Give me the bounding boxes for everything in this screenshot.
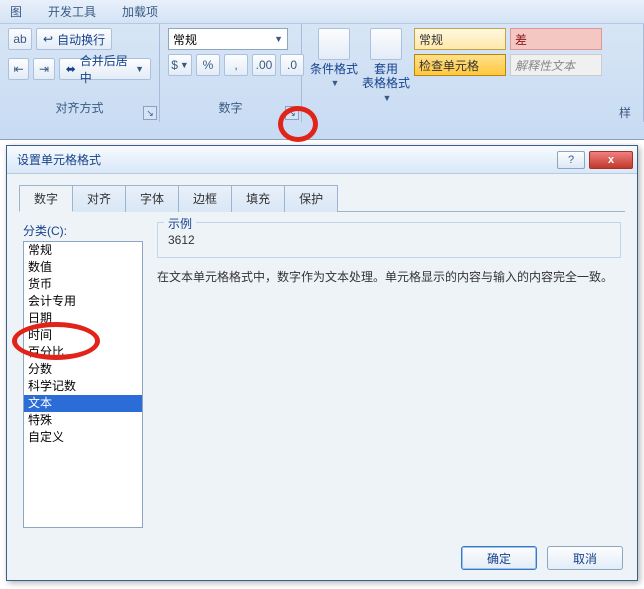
detail-column: 示例 3612 在文本单元格格式中，数字作为文本处理。单元格显示的内容与输入的内… — [157, 222, 621, 528]
close-button[interactable]: x — [589, 151, 633, 169]
chevron-down-icon: ▼ — [274, 34, 283, 44]
wrap-text-label: 自动换行 — [57, 31, 105, 48]
format-as-table-label: 套用 表格格式 — [362, 62, 410, 91]
help-button[interactable]: ? — [557, 151, 585, 169]
annotation-circle-launcher — [278, 106, 318, 142]
decrease-decimal-icon[interactable]: .0 — [280, 54, 304, 76]
cell-style-normal[interactable]: 常规 — [414, 28, 506, 50]
tab-view[interactable]: 图 — [4, 3, 28, 20]
table-format-icon — [370, 28, 402, 60]
conditional-format-button[interactable]: 条件格式 ▼ — [310, 28, 358, 89]
chevron-down-icon: ▼ — [383, 93, 392, 104]
format-as-table-button[interactable]: 套用 表格格式 ▼ — [362, 28, 410, 104]
dialog-tabs: 数字 对齐 字体 边框 填充 保护 — [19, 184, 625, 212]
category-item[interactable]: 数值 — [24, 259, 142, 276]
category-column: 分类(C): 常规数值货币会计专用日期时间百分比分数科学记数文本特殊自定义 — [23, 222, 143, 528]
alignment-launcher-icon[interactable]: ↘ — [143, 106, 157, 120]
tab-protection[interactable]: 保护 — [284, 185, 338, 212]
category-item[interactable]: 会计专用 — [24, 293, 142, 310]
ok-button[interactable]: 确定 — [461, 546, 537, 570]
tab-fill[interactable]: 填充 — [231, 185, 285, 212]
number-format-value: 常规 — [173, 31, 197, 48]
sample-fieldset: 示例 3612 — [157, 222, 621, 258]
merge-icon: ⬌ — [66, 62, 76, 76]
tab-alignment[interactable]: 对齐 — [72, 185, 126, 212]
group-label-alignment: 对齐方式 — [8, 99, 151, 118]
dialog-title: 设置单元格格式 — [11, 151, 101, 168]
cell-style-bad[interactable]: 差 — [510, 28, 602, 50]
format-description: 在文本单元格格式中，数字作为文本处理。单元格显示的内容与输入的内容完全一致。 — [157, 268, 621, 286]
tab-panel-number: 分类(C): 常规数值货币会计专用日期时间百分比分数科学记数文本特殊自定义 示例… — [19, 212, 625, 532]
tab-addins[interactable]: 加载项 — [116, 3, 164, 20]
percent-icon[interactable]: % — [196, 54, 220, 76]
conditional-format-icon — [318, 28, 350, 60]
category-item[interactable]: 常规 — [24, 242, 142, 259]
group-label-styles: 样 — [310, 104, 635, 123]
cell-style-explain[interactable]: 解释性文本 — [510, 54, 602, 76]
dialog-buttons: 确定 取消 — [461, 546, 623, 570]
chevron-down-icon: ▼ — [135, 64, 144, 74]
cancel-button[interactable]: 取消 — [547, 546, 623, 570]
comma-icon[interactable]: , — [224, 54, 248, 76]
category-item[interactable]: 文本 — [24, 395, 142, 412]
cell-style-check[interactable]: 检查单元格 — [414, 54, 506, 76]
tab-border[interactable]: 边框 — [178, 185, 232, 212]
tab-developer[interactable]: 开发工具 — [42, 3, 102, 20]
sample-legend: 示例 — [164, 215, 196, 232]
sample-value: 3612 — [166, 229, 612, 251]
category-item[interactable]: 货币 — [24, 276, 142, 293]
chevron-down-icon: ▼ — [331, 78, 340, 89]
category-item[interactable]: 科学记数 — [24, 378, 142, 395]
group-alignment: ab ↩ 自动换行 ⇤ ⇥ ⬌ 合并后居中 ▼ 对齐方式 ↘ — [0, 24, 160, 122]
ribbon-body: ab ↩ 自动换行 ⇤ ⇥ ⬌ 合并后居中 ▼ 对齐方式 ↘ — [0, 24, 644, 122]
group-label-number: 数字 — [168, 99, 293, 118]
category-item[interactable]: 特殊 — [24, 412, 142, 429]
increase-decimal-icon[interactable]: .00 — [252, 54, 276, 76]
category-item[interactable]: 分数 — [24, 361, 142, 378]
format-cells-dialog: 设置单元格格式 ? x 数字 对齐 字体 边框 填充 保护 分类(C): 常规数… — [6, 145, 638, 581]
category-label: 分类(C): — [23, 222, 143, 239]
orientation-icon[interactable]: ab — [8, 28, 32, 50]
wrap-icon: ↩ — [43, 32, 53, 46]
group-number: 常规 ▼ $▼ % , .00 .0 数字 ↘ — [160, 24, 302, 122]
ribbon-tabs: 图 开发工具 加载项 — [0, 0, 644, 24]
conditional-format-label: 条件格式 — [310, 62, 358, 76]
dialog-titlebar: 设置单元格格式 ? x — [7, 146, 637, 174]
group-styles: 条件格式 ▼ 套用 表格格式 ▼ 常规 检查单元格 差 解释性文本 样 — [302, 24, 644, 122]
annotation-circle-text-category — [12, 322, 100, 360]
indent-increase-icon[interactable]: ⇥ — [33, 58, 54, 80]
indent-decrease-icon[interactable]: ⇤ — [8, 58, 29, 80]
wrap-text-button[interactable]: ↩ 自动换行 — [36, 28, 112, 50]
ribbon: 图 开发工具 加载项 ab ↩ 自动换行 ⇤ ⇥ ⬌ 合并后居中 — [0, 0, 644, 140]
dialog-body: 数字 对齐 字体 边框 填充 保护 分类(C): 常规数值货币会计专用日期时间百… — [7, 174, 637, 542]
number-format-combo[interactable]: 常规 ▼ — [168, 28, 288, 50]
tab-font[interactable]: 字体 — [125, 185, 179, 212]
tab-number[interactable]: 数字 — [19, 185, 73, 212]
category-item[interactable]: 自定义 — [24, 429, 142, 446]
merge-center-label: 合并后居中 — [80, 52, 129, 86]
merge-center-button[interactable]: ⬌ 合并后居中 ▼ — [59, 58, 151, 80]
window-buttons: ? x — [557, 151, 633, 169]
accounting-format-icon[interactable]: $▼ — [168, 54, 192, 76]
category-listbox[interactable]: 常规数值货币会计专用日期时间百分比分数科学记数文本特殊自定义 — [23, 241, 143, 528]
